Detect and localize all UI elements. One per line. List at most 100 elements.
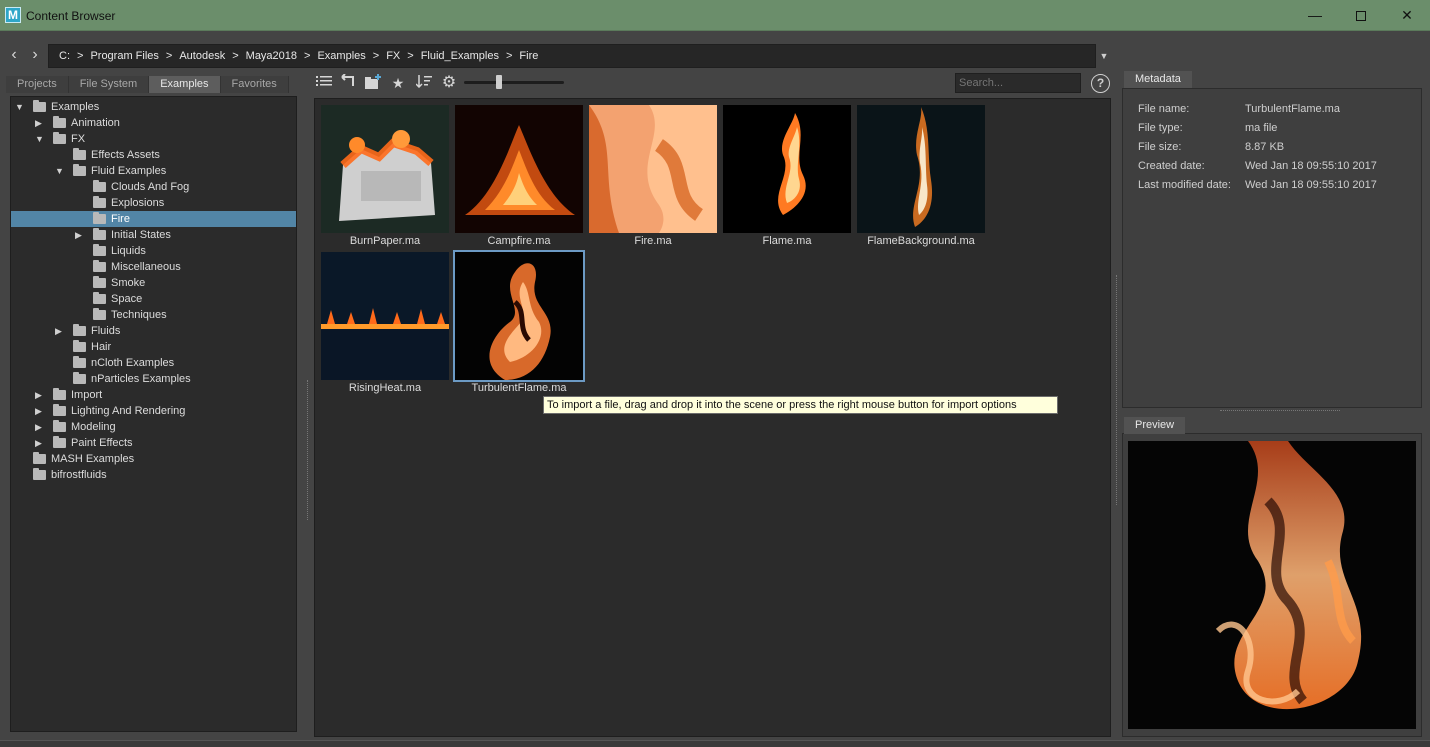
tab-examples[interactable]: Examples xyxy=(149,76,221,93)
folder-icon xyxy=(93,228,106,240)
tree-item[interactable]: ▶ Paint Effects xyxy=(11,435,296,451)
tree-item[interactable]: nCloth Examples xyxy=(11,355,296,371)
file-thumbnail[interactable] xyxy=(321,252,449,380)
breadcrumb[interactable]: C: > Program Files > Autodesk > Maya2018 > Examp… xyxy=(48,44,1096,68)
tree-item[interactable]: ▶ Animation xyxy=(11,115,296,131)
file-name-label[interactable]: FlameBackground.ma xyxy=(854,234,988,248)
tree-item[interactable]: nParticles Examples xyxy=(11,371,296,387)
tree-item[interactable]: ▶ Fluids xyxy=(11,323,296,339)
expand-arrow-icon[interactable]: ▶ xyxy=(35,387,45,403)
folder-icon xyxy=(33,100,46,112)
file-name-label[interactable]: Campfire.ma xyxy=(452,234,586,248)
right-splitter[interactable] xyxy=(1116,275,1118,505)
breadcrumb-item[interactable]: Fluid_Examples xyxy=(421,50,499,62)
breadcrumb-item[interactable]: Examples xyxy=(317,50,365,62)
collapse-arrow-icon[interactable]: ▼ xyxy=(55,163,65,179)
breadcrumb-item[interactable]: Autodesk xyxy=(179,50,225,62)
gear-icon[interactable]: ⚙ xyxy=(440,74,458,92)
expand-arrow-icon[interactable]: ▶ xyxy=(55,323,65,339)
file-thumbnail[interactable] xyxy=(453,250,585,382)
help-icon[interactable]: ? xyxy=(1091,74,1110,93)
tree-item[interactable]: Liquids xyxy=(11,243,296,259)
close-button[interactable]: ✕ xyxy=(1384,0,1430,31)
file-name-label[interactable]: Flame.ma xyxy=(720,234,854,248)
back-button[interactable]: ‹ xyxy=(5,45,23,65)
tree-item[interactable]: Clouds And Fog xyxy=(11,179,296,195)
file-name-label[interactable]: TurbulentFlame.ma xyxy=(452,381,586,395)
breadcrumb-item[interactable]: Fire xyxy=(519,50,538,62)
metadata-value: 8.87 KB xyxy=(1245,141,1285,153)
tree-item[interactable]: MASH Examples xyxy=(11,451,296,467)
expand-arrow-icon[interactable]: ▶ xyxy=(35,435,45,451)
expand-arrow-icon[interactable]: ▶ xyxy=(35,419,45,435)
collapse-arrow-icon[interactable]: ▼ xyxy=(35,131,45,147)
address-dropdown-icon[interactable]: ▼ xyxy=(1098,46,1110,66)
tree-item-label: Effects Assets xyxy=(91,149,160,161)
metadata-key: Last modified date: xyxy=(1138,179,1231,191)
tree-item[interactable]: ▶ Lighting And Rendering xyxy=(11,403,296,419)
preview-image xyxy=(1128,441,1416,729)
breadcrumb-drive[interactable]: C: xyxy=(59,50,70,62)
tree-item[interactable]: ▼ Examples xyxy=(11,99,296,115)
list-view-icon[interactable] xyxy=(315,74,333,92)
file-thumbnail[interactable] xyxy=(589,105,717,233)
breadcrumb-item[interactable]: FX xyxy=(386,50,400,62)
expand-arrow-icon[interactable]: ▶ xyxy=(35,403,45,419)
folder-tree[interactable]: ▼ Examples ▶ Animation ▼ FX Effects Assets ▼ Flu… xyxy=(10,96,297,732)
metadata-preview-splitter[interactable] xyxy=(1220,410,1340,411)
window-title: Content Browser xyxy=(26,9,116,23)
metadata-key: File type: xyxy=(1138,122,1183,134)
expand-arrow-icon[interactable]: ▶ xyxy=(35,115,45,131)
tree-item[interactable]: Effects Assets xyxy=(11,147,296,163)
thumbnail-size-slider[interactable] xyxy=(464,81,564,84)
file-thumbnail[interactable] xyxy=(455,105,583,233)
tree-item[interactable]: bifrostfluids xyxy=(11,467,296,483)
tree-item[interactable]: Smoke xyxy=(11,275,296,291)
file-thumbnail[interactable] xyxy=(723,105,851,233)
metadata-row: Created date: Wed Jan 18 09:55:10 2017 xyxy=(1138,159,1418,173)
forward-button[interactable]: › xyxy=(26,45,44,65)
folder-icon xyxy=(93,292,106,304)
tab-projects[interactable]: Projects xyxy=(6,76,69,93)
tree-item[interactable]: Explosions xyxy=(11,195,296,211)
left-splitter[interactable] xyxy=(307,380,309,520)
folder-icon xyxy=(53,132,66,144)
minimize-button[interactable]: — xyxy=(1292,0,1338,31)
file-name-label[interactable]: RisingHeat.ma xyxy=(318,381,452,395)
tree-item[interactable]: Hair xyxy=(11,339,296,355)
file-thumbnail[interactable] xyxy=(857,105,985,233)
sort-icon[interactable] xyxy=(415,74,433,92)
breadcrumb-item[interactable]: Program Files xyxy=(90,50,158,62)
tree-item[interactable]: Miscellaneous xyxy=(11,259,296,275)
tree-item[interactable]: ▶ Initial States xyxy=(11,227,296,243)
file-name-label[interactable]: Fire.ma xyxy=(586,234,720,248)
tab-favorites[interactable]: Favorites xyxy=(220,76,289,93)
title-bar: M Content Browser — ✕ xyxy=(0,0,1430,31)
tree-item-label: Hair xyxy=(91,341,112,353)
search-input[interactable] xyxy=(955,73,1081,93)
file-grid[interactable]: BurnPaper.ma Campfire.ma Fire.ma Flame.ma Fl… xyxy=(314,98,1111,737)
breadcrumb-separator: > xyxy=(77,50,84,62)
folder-icon xyxy=(53,436,66,448)
maximize-button[interactable] xyxy=(1338,0,1384,31)
thumbnail-size-slider-handle[interactable] xyxy=(496,75,502,89)
tab-file-system[interactable]: File System xyxy=(68,76,150,93)
folder-icon xyxy=(73,164,86,176)
collapse-arrow-icon[interactable]: ▼ xyxy=(15,99,25,115)
tree-item[interactable]: Space xyxy=(11,291,296,307)
tree-item[interactable]: ▼ Fluid Examples xyxy=(11,163,296,179)
metadata-tab[interactable]: Metadata xyxy=(1124,71,1192,88)
tree-item[interactable]: ▼ FX xyxy=(11,131,296,147)
tree-item[interactable]: Techniques xyxy=(11,307,296,323)
up-folder-icon[interactable] xyxy=(339,73,357,92)
tree-item[interactable]: ▶ Modeling xyxy=(11,419,296,435)
breadcrumb-item[interactable]: Maya2018 xyxy=(246,50,297,62)
star-icon[interactable]: ★ xyxy=(389,74,407,92)
preview-tab[interactable]: Preview xyxy=(1124,417,1186,434)
file-name-label[interactable]: BurnPaper.ma xyxy=(318,234,452,248)
tree-item[interactable]: ▶ Import xyxy=(11,387,296,403)
expand-arrow-icon[interactable]: ▶ xyxy=(75,227,85,243)
file-thumbnail[interactable] xyxy=(321,105,449,233)
tree-item[interactable]: Fire xyxy=(11,211,296,227)
new-folder-icon[interactable] xyxy=(364,74,382,92)
